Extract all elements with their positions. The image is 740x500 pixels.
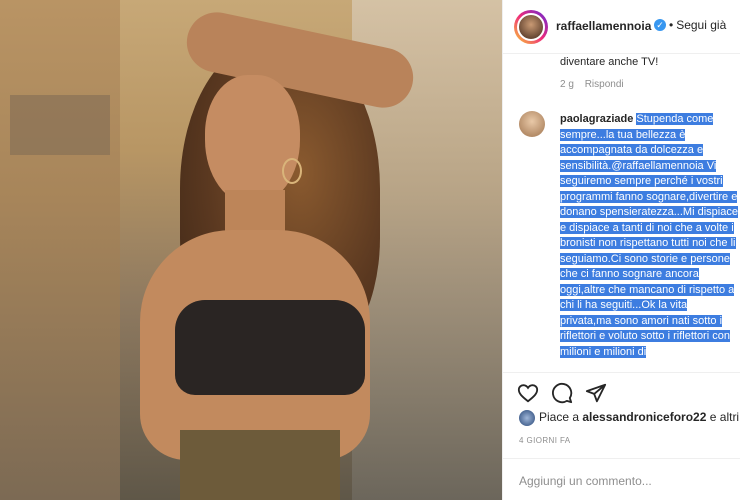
post-actions	[503, 372, 740, 412]
comment-item: paolagraziade Stupenda come sempre...la t…	[560, 112, 738, 360]
heart-icon[interactable]	[517, 382, 539, 404]
post-username[interactable]: raffaellamennoia	[556, 19, 651, 33]
previous-comment-time: 2 g	[560, 79, 574, 90]
add-comment-input[interactable]	[517, 471, 731, 491]
photo-background-left	[0, 0, 120, 500]
reply-button[interactable]: Rispondi	[585, 79, 624, 90]
verified-icon: ✓	[654, 19, 666, 31]
previous-comment-meta: 2 g Rispondi	[560, 79, 632, 90]
share-icon[interactable]	[585, 382, 607, 404]
comment-icon[interactable]	[551, 382, 573, 404]
photo-earring	[282, 158, 302, 184]
follow-separator: •	[669, 18, 674, 32]
post-header: raffaellamennoia ✓ • Segui già	[503, 0, 740, 54]
follow-status[interactable]: • Segui già	[669, 18, 726, 32]
photo-face	[205, 75, 300, 205]
commenter-avatar[interactable]	[519, 111, 545, 137]
photo-top	[175, 300, 365, 395]
add-comment-bar	[503, 458, 740, 500]
comment-text: Stupenda come sempre...la tua bellezza è…	[560, 113, 738, 358]
comments-list[interactable]: diventare anche TV! 2 g Rispondi paolagr…	[503, 54, 740, 372]
likes-prefix: Piace a	[539, 410, 583, 425]
comment-username[interactable]: paolagraziade	[560, 113, 633, 125]
likes-suffix[interactable]: e altri 11	[706, 410, 740, 424]
previous-comment-text: diventare anche TV!	[560, 56, 659, 68]
photo-skirt	[180, 430, 340, 500]
photo-background-window	[10, 95, 110, 155]
follow-label: Segui già	[676, 18, 727, 32]
post-photo[interactable]	[0, 0, 502, 500]
post-date: 4 GIORNI FA	[519, 436, 571, 445]
avatar-image	[517, 13, 545, 41]
likes-summary: Piace a alessandroniceforo22 e altri 11	[519, 410, 740, 432]
liker-avatar	[519, 410, 535, 426]
post-side-panel: raffaellamennoia ✓ • Segui già diventare …	[502, 0, 740, 500]
liker-username[interactable]: alessandroniceforo22	[582, 410, 706, 424]
profile-avatar[interactable]	[514, 10, 548, 44]
